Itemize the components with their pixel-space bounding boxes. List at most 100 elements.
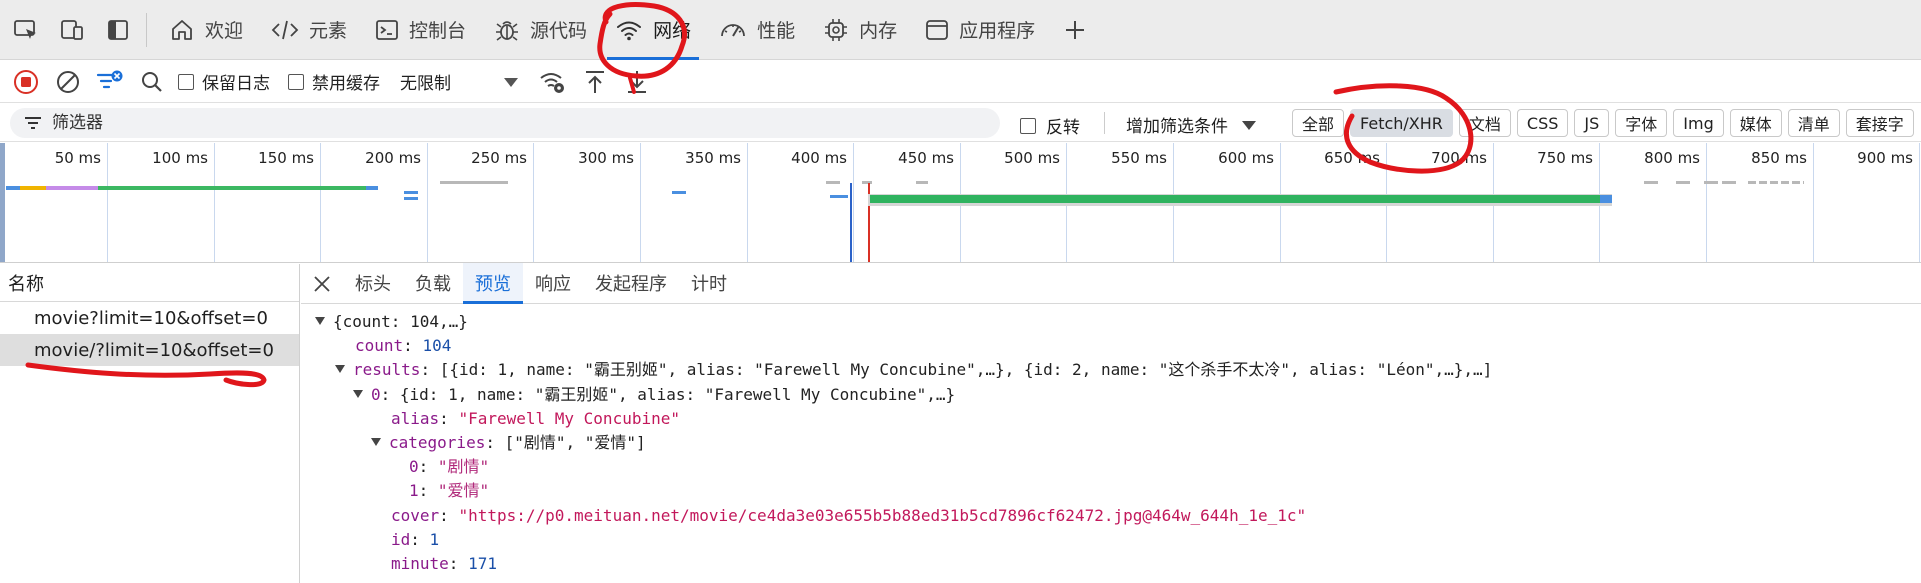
tab-memory[interactable]: 内存	[809, 0, 911, 60]
export-har-button[interactable]	[621, 66, 653, 98]
waterfall-bar	[1722, 181, 1736, 184]
tab-headers[interactable]: 标头	[343, 263, 403, 303]
tab-sources[interactable]: 源代码	[480, 0, 601, 60]
json-key: 0	[409, 457, 419, 477]
overview-tick-line	[1813, 143, 1814, 262]
tab-elements[interactable]: 元素	[257, 0, 361, 60]
waterfall-bar-main-receive	[870, 195, 1600, 203]
overview-tick-label: 400 ms	[791, 149, 847, 167]
throttling-select[interactable]: 无限制	[400, 69, 451, 94]
search-button[interactable]	[136, 66, 168, 98]
code-icon	[271, 20, 299, 39]
waterfall-bar	[98, 186, 366, 190]
clear-button[interactable]	[52, 66, 84, 98]
request-row-selected[interactable]: movie/?limit=10&offset=0	[0, 334, 299, 366]
tab-network[interactable]: 网络	[601, 0, 705, 60]
tab-performance[interactable]: 性能	[705, 0, 809, 60]
tab-initiator[interactable]: 发起程序	[583, 263, 679, 303]
tab-payload[interactable]: 负载	[403, 263, 463, 303]
close-detail-button[interactable]	[301, 265, 343, 303]
tab-console[interactable]: 控制台	[361, 0, 480, 60]
json-preview: {count: 104,…} count: 104 results: [{id:…	[301, 304, 1921, 576]
window-icon	[926, 19, 949, 40]
overview-tick-label: 250 ms	[471, 149, 527, 167]
checkbox-box[interactable]	[288, 73, 304, 90]
type-filter-font[interactable]: 字体	[1615, 109, 1668, 137]
overview-tick-label: 150 ms	[258, 149, 314, 167]
invert-checkbox[interactable]: 反转	[1020, 113, 1080, 138]
request-detail-pane: 标头 负载 预览 响应 发起程序 计时 {count: 104,…} count…	[301, 263, 1921, 583]
tab-timing[interactable]: 计时	[679, 263, 739, 303]
type-filter-media[interactable]: 媒体	[1729, 109, 1782, 137]
expand-triangle-icon[interactable]	[371, 437, 381, 446]
invert-label: 反转	[1046, 118, 1080, 138]
search-icon	[142, 71, 162, 92]
overview-tick-label: 650 ms	[1324, 149, 1380, 167]
json-key: 1	[409, 481, 419, 501]
tab-preview[interactable]: 预览	[463, 263, 523, 304]
expand-triangle-icon[interactable]	[315, 317, 325, 325]
expand-triangle-icon[interactable]	[335, 365, 345, 374]
type-filter-manifest[interactable]: 清单	[1787, 109, 1840, 137]
overview-tick-line	[427, 143, 428, 262]
json-colon: :	[439, 505, 459, 525]
type-filter-all[interactable]: 全部	[1292, 109, 1345, 137]
import-har-button[interactable]	[579, 66, 611, 98]
disable-cache-label: 禁用缓存	[312, 74, 380, 94]
json-colon: :	[439, 408, 459, 428]
type-filter-doc[interactable]: 文档	[1458, 109, 1511, 137]
waterfall-bar	[6, 186, 20, 190]
json-string: "爱情"	[437, 481, 490, 501]
waterfall-bar	[46, 186, 98, 190]
record-stop-icon	[14, 69, 38, 94]
json-root-row[interactable]: {count: 104,…}	[301, 310, 1921, 334]
filter-toggle-button[interactable]	[94, 66, 126, 98]
filter-icon	[25, 117, 41, 129]
home-icon	[172, 19, 192, 40]
network-overview-timeline[interactable]: 50 ms 100 ms 150 ms 200 ms 250 ms 300 ms 350 m…	[0, 143, 1921, 263]
inspect-element-icon[interactable]	[6, 10, 46, 50]
add-tool-button[interactable]	[1055, 10, 1095, 50]
checkbox-box[interactable]	[178, 73, 194, 90]
type-filter-js[interactable]: JS	[1574, 109, 1610, 137]
tab-label: 网络	[653, 20, 692, 42]
type-filter-img[interactable]: Img	[1673, 109, 1724, 137]
json-key: results	[353, 360, 421, 380]
overview-tick-label: 550 ms	[1111, 149, 1167, 167]
waterfall-bar	[404, 191, 418, 194]
throttling-dropdown-button[interactable]	[495, 66, 527, 98]
performance-icon	[721, 23, 745, 37]
network-toolbar: 保留日志 禁用缓存 无限制	[0, 61, 1921, 103]
type-filter-socket[interactable]: 套接字	[1845, 109, 1914, 137]
device-emulation-icon[interactable]	[52, 10, 92, 50]
json-row[interactable]: 0: {id: 1, name: "霸王别姬", alias: "Farewel…	[301, 383, 1921, 407]
name-column-header[interactable]: 名称	[0, 264, 299, 302]
tab-application[interactable]: 应用程序	[911, 0, 1049, 60]
json-key: alias	[391, 408, 440, 428]
network-conditions-button[interactable]	[537, 66, 569, 98]
checkbox-box[interactable]	[1020, 117, 1036, 134]
overview-tick-line	[747, 143, 748, 262]
filter-field[interactable]	[10, 108, 1000, 138]
disable-cache-checkbox[interactable]: 禁用缓存	[288, 69, 380, 94]
overview-tick-label: 900 ms	[1857, 149, 1913, 167]
preserve-log-checkbox[interactable]: 保留日志	[178, 69, 270, 94]
request-row[interactable]: movie?limit=10&offset=0	[0, 302, 299, 334]
json-summary: ["剧情", "爱情"]	[504, 432, 646, 452]
overview-tick-label: 500 ms	[1004, 149, 1060, 167]
json-row[interactable]: categories: ["剧情", "爱情"]	[301, 431, 1921, 455]
tab-response[interactable]: 响应	[523, 263, 583, 303]
type-filter-fetch-xhr[interactable]: Fetch/XHR	[1350, 109, 1453, 137]
overview-tick-line	[1919, 143, 1920, 262]
expand-triangle-icon[interactable]	[353, 389, 363, 398]
waterfall-bar	[862, 181, 872, 184]
record-button[interactable]	[10, 66, 42, 98]
add-filter-dropdown[interactable]: 增加筛选条件	[1126, 112, 1258, 137]
tab-welcome[interactable]: 欢迎	[155, 0, 257, 60]
toggle-sidebar-icon[interactable]	[98, 10, 138, 50]
filter-input[interactable]	[52, 113, 952, 133]
json-row[interactable]: results: [{id: 1, name: "霸王别姬", alias: "…	[301, 358, 1921, 382]
overview-left-handle[interactable]	[0, 143, 5, 262]
type-filter-css[interactable]: CSS	[1516, 109, 1569, 137]
json-colon: :	[418, 481, 438, 501]
